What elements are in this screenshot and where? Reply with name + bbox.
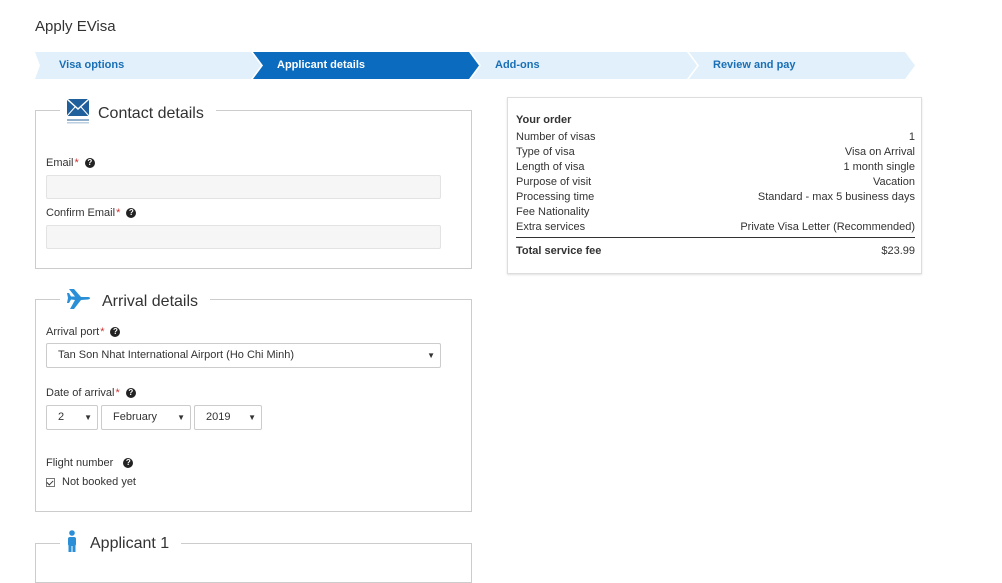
- not-booked-checkbox-row[interactable]: Not booked yet: [46, 476, 136, 488]
- order-row: Processing time Standard - max 5 busines…: [516, 191, 915, 206]
- arrival-port-value: Tan Son Nhat International Airport (Ho C…: [58, 349, 295, 361]
- arrival-port-label: Arrival port * ?: [46, 326, 121, 338]
- order-total-label: Total service fee: [516, 245, 602, 257]
- order-row-label: Type of visa: [516, 146, 575, 158]
- arrival-details-legend: Arrival details: [60, 287, 211, 316]
- order-row-value: 1: [908, 131, 915, 143]
- person-icon: [66, 530, 78, 557]
- order-row-label: Fee Nationality: [516, 206, 590, 218]
- required-mark: *: [116, 207, 121, 219]
- step-review-and-pay[interactable]: Review and pay: [689, 52, 915, 79]
- not-booked-checkbox[interactable]: [46, 477, 55, 487]
- order-row: Number of visas 1: [516, 131, 915, 146]
- order-row: Extra services Private Visa Letter (Reco…: [516, 221, 915, 236]
- step-add-ons[interactable]: Add-ons: [471, 52, 697, 79]
- arrival-day-select[interactable]: 2 ▼: [46, 405, 98, 430]
- order-row-label: Length of visa: [516, 161, 585, 173]
- arrival-details-section: Arrival details Arrival port * ? Tan Son…: [35, 287, 472, 512]
- order-row-label: Processing time: [516, 191, 595, 203]
- flight-number-label: Flight number ?: [46, 457, 134, 469]
- email-label-text: Email: [46, 157, 74, 169]
- order-row: Type of visa Visa on Arrival: [516, 146, 915, 161]
- required-mark: *: [115, 387, 120, 399]
- order-row: Length of visa 1 month single: [516, 161, 915, 176]
- order-row-value: Private Visa Letter (Recommended): [740, 221, 915, 233]
- email-label: Email * ?: [46, 157, 95, 169]
- question-circle-icon[interactable]: ?: [123, 458, 134, 468]
- contact-details-legend: Contact details: [60, 98, 216, 129]
- order-divider: [516, 237, 915, 238]
- step-applicant-details[interactable]: Applicant details: [253, 52, 479, 79]
- arrival-year-select[interactable]: 2019 ▼: [194, 405, 262, 430]
- order-row: Purpose of visit Vacation: [516, 176, 915, 191]
- order-row-label: Purpose of visit: [516, 176, 592, 188]
- confirm-email-label-text: Confirm Email: [46, 207, 116, 219]
- not-booked-label: Not booked yet: [62, 476, 136, 488]
- arrival-port-select[interactable]: Tan Son Nhat International Airport (Ho C…: [46, 343, 441, 368]
- page-title: Apply EVisa: [35, 18, 116, 35]
- order-total-row: Total service fee $23.99: [516, 245, 915, 260]
- order-row-label: Extra services: [516, 221, 586, 233]
- question-circle-icon[interactable]: ?: [126, 208, 137, 218]
- confirm-email-label: Confirm Email * ?: [46, 207, 137, 219]
- confirm-email-field[interactable]: [46, 225, 441, 249]
- arrival-year-value: 2019: [206, 411, 231, 423]
- applicant-1-title: Applicant 1: [90, 534, 170, 552]
- envelope-icon: [66, 98, 90, 129]
- email-field[interactable]: [46, 175, 441, 199]
- contact-details-title: Contact details: [98, 104, 204, 122]
- date-of-arrival-label: Date of arrival * ?: [46, 387, 136, 399]
- chevron-down-icon: ▼: [84, 413, 92, 422]
- order-total-value: $23.99: [881, 245, 915, 257]
- question-circle-icon[interactable]: ?: [110, 327, 121, 337]
- arrival-details-title: Arrival details: [102, 292, 199, 310]
- question-circle-icon[interactable]: ?: [84, 158, 95, 168]
- order-row-value: Visa on Arrival: [844, 146, 915, 158]
- order-row-value: 1 month single: [843, 161, 915, 173]
- order-row-label: Number of visas: [516, 131, 596, 143]
- step-visa-options[interactable]: Visa options: [35, 52, 261, 79]
- chevron-down-icon: ▼: [177, 413, 185, 422]
- order-summary-panel: Your order Number of visas 1 Type of vis…: [507, 97, 922, 274]
- question-circle-icon[interactable]: ?: [125, 388, 136, 398]
- chevron-down-icon: ▼: [427, 351, 435, 360]
- date-of-arrival-label-text: Date of arrival: [46, 387, 115, 399]
- flight-number-label-text: Flight number: [46, 457, 114, 469]
- arrival-month-value: February: [113, 411, 158, 423]
- applicant-1-section: Applicant 1: [35, 530, 472, 583]
- required-mark: *: [74, 157, 79, 169]
- applicant-1-legend: Applicant 1: [60, 530, 182, 557]
- order-row-value: Vacation: [873, 176, 915, 188]
- order-row-value: Standard - max 5 business days: [757, 191, 915, 203]
- chevron-down-icon: ▼: [248, 413, 256, 422]
- arrival-month-select[interactable]: February ▼: [101, 405, 191, 430]
- required-mark: *: [100, 326, 105, 338]
- airplane-icon: [66, 287, 92, 316]
- contact-details-section: Contact details Email * ? Confirm Email * …: [35, 98, 472, 269]
- arrival-port-label-text: Arrival port: [46, 326, 100, 338]
- arrival-day-value: 2: [58, 411, 65, 423]
- progress-steps: Visa options Applicant details Add-ons R…: [35, 52, 915, 79]
- order-summary-title: Your order: [516, 114, 572, 126]
- order-row: Fee Nationality: [516, 206, 915, 221]
